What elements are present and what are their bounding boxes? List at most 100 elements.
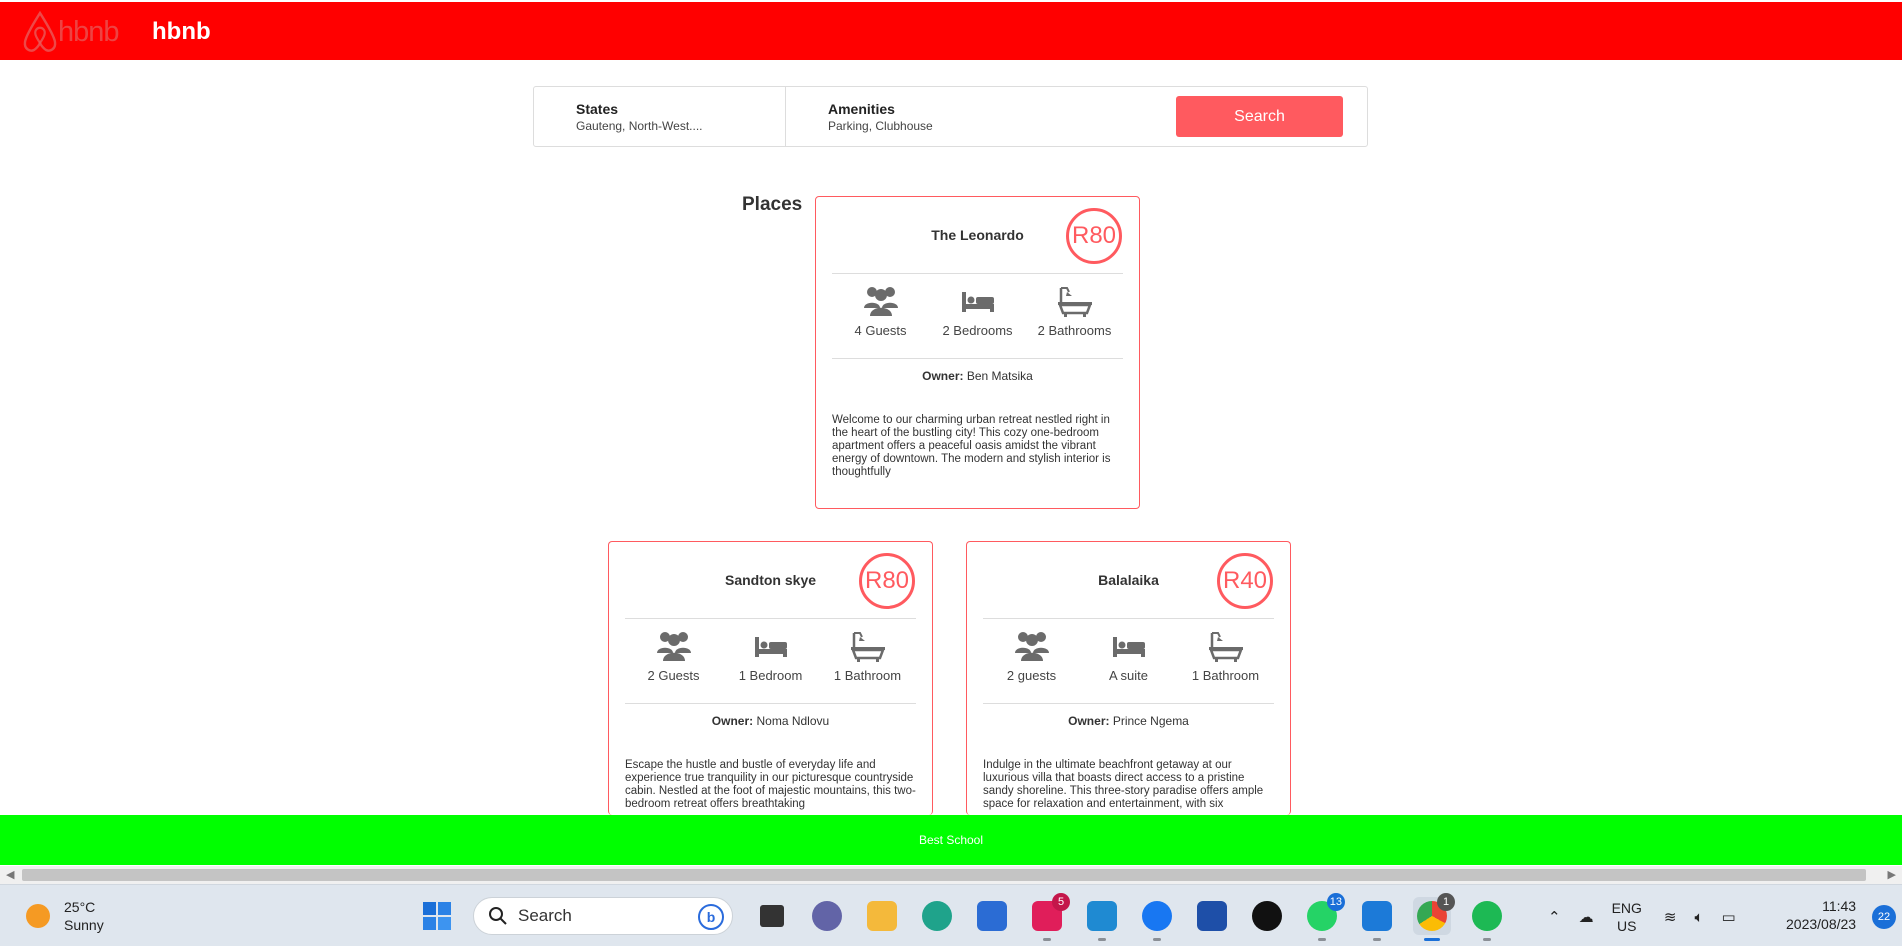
volume-icon[interactable]: 🔈︎ — [1695, 909, 1704, 926]
bedrooms-label: 2 Bedrooms — [942, 323, 1013, 338]
whatsapp-app[interactable]: 13 — [1303, 893, 1345, 941]
slack-badge: 5 — [1052, 893, 1070, 911]
facebook-icon — [1142, 901, 1172, 931]
language-indicator[interactable]: ENG US — [1612, 899, 1642, 935]
bed-icon — [961, 292, 994, 312]
spotify-app[interactable] — [1468, 897, 1506, 941]
taskbar-search-label: Search — [518, 906, 572, 925]
place-info: 4 Guests 2 Bedrooms 2 Bathrooms — [832, 283, 1123, 343]
owner: Owner: Prince Ngema — [967, 714, 1290, 728]
guests-label: 2 guests — [1006, 668, 1057, 683]
site-header: hbnb hbnb — [0, 2, 1902, 60]
chrome-app[interactable]: 1 — [1413, 893, 1455, 941]
facebook-app[interactable] — [1138, 897, 1176, 941]
file-explorer-app[interactable] — [863, 897, 901, 935]
guests-info: 4 Guests — [832, 283, 929, 343]
folder-icon — [867, 901, 897, 931]
bed-icon — [1112, 637, 1145, 657]
horizontal-scrollbar[interactable]: ◀ ▶ — [0, 866, 1902, 884]
place-card[interactable]: Sandton skye R80 2 Guests 1 Bedroom 1 Ba… — [608, 541, 933, 815]
bing-icon[interactable]: b — [698, 904, 724, 930]
filters-bar: States Gauteng, North-West.... Amenities… — [533, 86, 1368, 147]
amenities-filter[interactable]: Amenities Parking, Clubhouse — [786, 87, 1086, 146]
store-app[interactable] — [973, 897, 1011, 935]
guests-icon — [1014, 632, 1049, 661]
divider — [832, 273, 1123, 274]
scrollbar-thumb[interactable] — [22, 869, 1866, 881]
teams-app[interactable] — [808, 897, 846, 935]
language-code: ENG — [1611, 900, 1642, 916]
slack-app[interactable]: 5 — [1028, 893, 1070, 941]
bathrooms-info: 1 Bathroom — [819, 628, 916, 688]
bedrooms-info: 1 Bedroom — [722, 628, 819, 688]
bathrooms-info: 1 Bathroom — [1177, 628, 1274, 688]
site-footer: Best School — [0, 815, 1902, 865]
scroll-right-icon[interactable]: ▶ — [1888, 868, 1896, 881]
windows-taskbar: 25°C Sunny Search b 5 13 1 ⌃ ☁ ENG US ≋ … — [0, 884, 1902, 946]
states-value: Gauteng, North-West.... — [576, 119, 703, 133]
taskbar-apps: Search b 5 13 1 — [418, 893, 1523, 941]
teams-icon — [812, 901, 842, 931]
divider — [983, 703, 1274, 704]
logo-text: hbnb — [58, 15, 120, 48]
bedrooms-info: 2 Bedrooms — [929, 283, 1026, 343]
place-card[interactable]: The Leonardo R80 4 Guests 2 Bedrooms 2 B… — [815, 196, 1140, 509]
notification-badge[interactable]: 22 — [1872, 905, 1896, 929]
search-button[interactable]: Search — [1176, 96, 1343, 137]
tiktok-app[interactable] — [1248, 897, 1286, 935]
tiktok-icon — [1252, 901, 1282, 931]
guests-icon — [656, 632, 691, 661]
owner-label: Owner: — [1068, 714, 1110, 728]
edge-app[interactable] — [918, 897, 956, 935]
guests-label: 2 Guests — [647, 668, 700, 683]
mail-app[interactable] — [1358, 897, 1396, 941]
scroll-left-icon[interactable]: ◀ — [6, 868, 14, 881]
bathtub-icon — [1057, 287, 1092, 317]
bathtub-icon — [850, 632, 885, 662]
states-title: States — [576, 101, 619, 117]
divider — [625, 618, 916, 619]
battery-icon[interactable]: ▭ — [1722, 908, 1736, 926]
vscode-app[interactable] — [1083, 897, 1121, 941]
owner-label: Owner: — [711, 714, 754, 728]
logo[interactable]: hbnb — [20, 8, 130, 56]
app-generic[interactable] — [1193, 897, 1231, 935]
bedrooms-info: A suite — [1080, 628, 1177, 688]
places-title: Places — [742, 194, 803, 215]
task-view-button[interactable] — [753, 897, 791, 935]
place-description: Escape the hustle and bustle of everyday… — [625, 759, 916, 810]
states-filter[interactable]: States Gauteng, North-West.... — [534, 87, 786, 146]
region-code: US — [1617, 918, 1637, 934]
guests-info: 2 guests — [983, 628, 1080, 688]
active-indicator — [1424, 938, 1440, 941]
search-icon — [489, 907, 507, 925]
clock-time: 11:43 — [1822, 898, 1857, 914]
clock[interactable]: 11:43 2023/08/23 — [1786, 897, 1856, 933]
running-indicator — [1373, 938, 1381, 941]
onedrive-icon[interactable]: ☁ — [1579, 908, 1594, 926]
whatsapp-badge: 13 — [1326, 893, 1345, 911]
spotify-icon — [1472, 901, 1502, 931]
owner-label: Owner: — [922, 369, 964, 383]
chevron-up-icon[interactable]: ⌃ — [1548, 908, 1561, 926]
owner: Owner: Ben Matsika — [816, 369, 1139, 383]
price-badge: R80 — [859, 553, 915, 609]
task-view-icon — [760, 905, 784, 927]
airbnb-logo-icon — [23, 10, 57, 52]
place-description: Indulge in the ultimate beachfront getaw… — [983, 759, 1264, 810]
start-button[interactable] — [418, 897, 456, 935]
store-icon — [977, 901, 1007, 931]
place-card[interactable]: Balalaika R40 2 guests A suite 1 Bathroo… — [966, 541, 1291, 815]
running-indicator — [1483, 938, 1491, 941]
guests-info: 2 Guests — [625, 628, 722, 688]
bathrooms-label: 1 Bathroom — [833, 668, 902, 683]
weather-widget[interactable]: 25°C Sunny — [26, 898, 104, 934]
guests-label: 4 Guests — [854, 323, 907, 338]
amenities-value: Parking, Clubhouse — [828, 119, 933, 133]
taskbar-search[interactable]: Search b — [473, 897, 733, 935]
wifi-icon[interactable]: ≋ — [1664, 908, 1677, 926]
running-indicator — [1043, 938, 1051, 941]
bed-icon — [754, 637, 787, 657]
windows-start-icon — [423, 902, 451, 930]
place-info: 2 Guests 1 Bedroom 1 Bathroom — [625, 628, 916, 688]
